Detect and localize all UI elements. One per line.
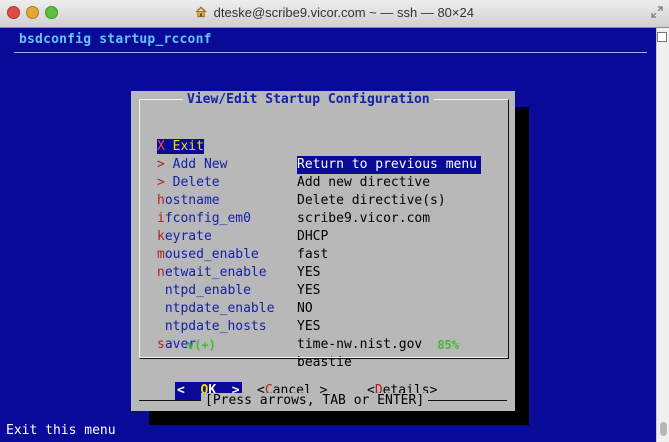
backtitle-divider [14,52,647,53]
menu-item-hotkey: s [157,337,165,352]
title-bar: dteske@scribe9.vicor.com ~ — ssh — 80×24 [0,0,669,28]
terminal-window: dteske@scribe9.vicor.com ~ — ssh — 80×24… [0,0,669,442]
terminal-area[interactable]: bsdconfig startup_rcconf View/Edit Start… [0,28,657,442]
keyboard-hint: [Press arrows, TAB or ENTER] [201,393,429,409]
home-icon [195,6,207,18]
menu-dialog: View/Edit Startup Configuration X Exit R… [131,91,515,411]
menu-list: X Exit Return to previous menu > Add New… [157,120,484,370]
menu-item-ntpdate-hosts[interactable]: ntpdate_hosts time-nw.nist.gov [157,300,484,352]
menu-item-netwait-enable[interactable]: netwait_enable YES [157,246,484,298]
menu-footer: v(+) 85% [179,337,459,353]
scroll-indicator: v(+) [187,338,216,352]
ok-button-bracket-left: < [177,383,185,398]
scroll-top-icon [657,32,667,42]
menu-item-moused-enable[interactable]: moused_enable YES [157,228,484,280]
menu-item-saver[interactable]: saver beastie [157,318,484,370]
menu-item-delete[interactable]: > Delete Delete directive(s) [157,156,484,208]
status-line: Exit this menu [6,423,116,438]
menu-item-exit[interactable]: X Exit Return to previous menu [157,120,484,174]
dialog-separator [139,357,507,358]
menu-item-ntpd-enable[interactable]: ntpd_enable NO [157,264,484,316]
fullscreen-icon[interactable] [651,6,663,18]
scroll-thumb[interactable] [660,422,667,436]
scroll-percent: 85% [437,338,459,352]
window-title: dteske@scribe9.vicor.com ~ — ssh — 80×24 [213,5,474,20]
menu-item-ifconfig-em0[interactable]: ifconfig_em0 DHCP [157,192,484,244]
menu-item-add-new[interactable]: > Add New Add new directive [157,138,484,190]
window-title-wrap: dteske@scribe9.vicor.com ~ — ssh — 80×24 [0,5,669,20]
menu-item-keyrate[interactable]: keyrate fast [157,210,484,262]
backtitle: bsdconfig startup_rcconf [19,32,212,47]
menu-item-ntpdate-enable[interactable]: ntpdate_enable YES [157,282,484,334]
vertical-scrollbar[interactable] [656,28,669,442]
dialog-title: View/Edit Startup Configuration [183,92,434,107]
menu-item-hostname[interactable]: hostname scribe9.vicor.com [157,174,484,226]
